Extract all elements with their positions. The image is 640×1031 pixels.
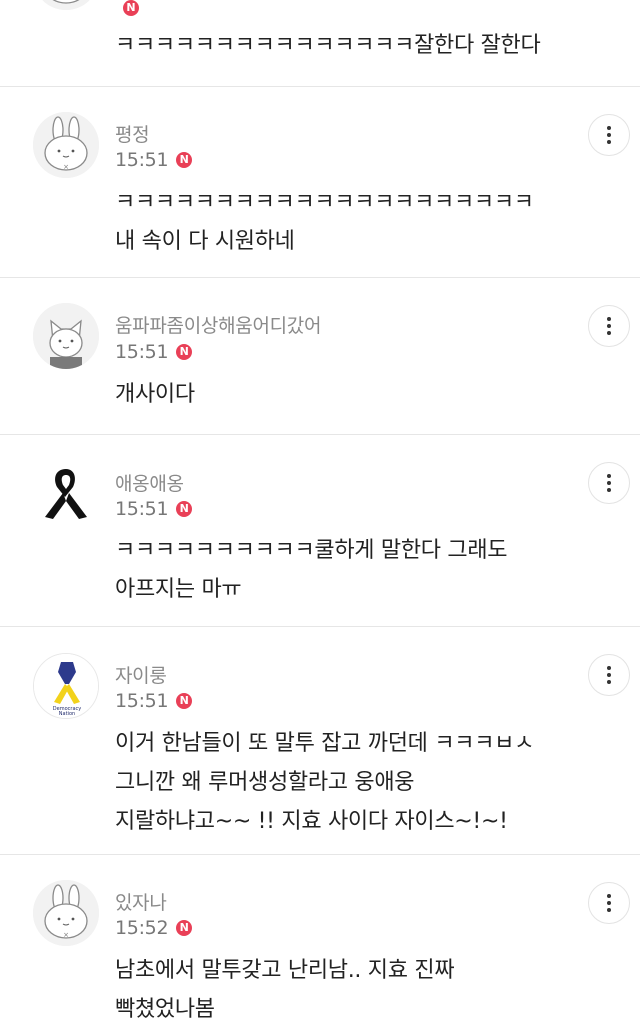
comment-text-line: 이거 한남들이 또 말투 잡고 까던데 ㅋㅋㅋㅂㅅ — [115, 731, 535, 756]
black-ribbon-avatar-icon — [33, 461, 99, 527]
rabbit-avatar-icon: × — [33, 880, 99, 946]
more-options-button[interactable] — [588, 654, 630, 696]
comment-text-line: 남초에서 말투갖고 난리남.. 지효 진짜 — [115, 958, 455, 983]
vertical-dots-icon — [607, 666, 611, 684]
comment-time: 15:51 — [115, 690, 169, 712]
comment-time: 15:51 — [115, 341, 169, 363]
comment-body: 남초에서 말투갖고 난리남.. 지효 진짜 빡쳤었나봄 — [115, 951, 595, 1029]
comment-text-line: 지랄하냐고~~ !! 지효 사이다 자이스~!~! — [115, 809, 508, 834]
comment-text-line: ㅋㅋㅋㅋㅋㅋㅋㅋㅋㅋㅋㅋㅋㅋㅋ잘한다 잘한다 — [115, 33, 541, 58]
avatar[interactable] — [33, 303, 99, 369]
author-name[interactable]: 자이룽 — [115, 661, 167, 688]
yellow-ribbon-avatar-icon: Democracy Nation — [34, 654, 98, 718]
avatar[interactable]: × — [33, 112, 99, 178]
new-badge: N — [176, 920, 193, 936]
avatar[interactable] — [33, 0, 99, 10]
comment-item: Democracy Nation 자이룽 15:51 N 이거 한남들이 또 말… — [0, 627, 640, 855]
comment-body: 개사이다 — [115, 375, 595, 414]
svg-text:Nation: Nation — [59, 711, 75, 717]
comment-text-line: ㅋㅋㅋㅋㅋㅋㅋㅋㅋㅋ쿨하게 말한다 그래도 — [115, 538, 508, 563]
comment-item: × 있자나 15:52 N 남초에서 말투갖고 난리남.. 지효 진짜 빡쳤었나… — [0, 855, 640, 1031]
author-name[interactable]: 있자나 — [115, 888, 167, 915]
comment-meta: 15:51 N — [115, 340, 193, 364]
comment-text-line: 개사이다 — [115, 382, 195, 407]
comment-item: 움파파좀이상해움어디갔어 15:51 N 개사이다 — [0, 278, 640, 435]
more-options-button[interactable] — [588, 305, 630, 347]
comment-meta: 15:51 N — [115, 689, 193, 713]
comment-body: 이거 한남들이 또 말투 잡고 까던데 ㅋㅋㅋㅂㅅ 그니깐 왜 루머생성할라고 … — [115, 724, 595, 841]
comment-time: 15:51 — [115, 149, 169, 171]
author-name[interactable]: 움파파좀이상해움어디갔어 — [115, 311, 321, 338]
comment-item: N ㅋㅋㅋㅋㅋㅋㅋㅋㅋㅋㅋㅋㅋㅋㅋ잘한다 잘한다 — [0, 0, 640, 87]
comment-body: ㅋㅋㅋㅋㅋㅋㅋㅋㅋㅋ쿨하게 말한다 그래도 아프지는 마ㅠ — [115, 531, 595, 609]
vertical-dots-icon — [607, 126, 611, 144]
vertical-dots-icon — [607, 894, 611, 912]
rabbit-avatar-icon — [33, 0, 99, 10]
avatar[interactable]: Democracy Nation — [33, 653, 99, 719]
comment-time: 15:51 — [115, 498, 169, 520]
comment-text-line: 그니깐 왜 루머생성할라고 웅애웅 — [115, 770, 415, 795]
svg-text:×: × — [63, 163, 69, 171]
comment-text-line: 아프지는 마ㅠ — [115, 577, 242, 602]
comment-meta: 15:52 N — [115, 916, 193, 940]
cat-avatar-icon — [33, 303, 99, 369]
comment-text-line: 내 속이 다 시원하네 — [115, 229, 295, 254]
comment-body: ㅋㅋㅋㅋㅋㅋㅋㅋㅋㅋㅋㅋㅋㅋㅋ잘한다 잘한다 — [115, 26, 595, 65]
rabbit-avatar-icon: × — [33, 112, 99, 178]
new-badge: N — [176, 344, 193, 360]
new-badge: N — [176, 152, 193, 168]
comment-meta: N — [115, 0, 139, 20]
more-options-button[interactable] — [588, 114, 630, 156]
comment-text-line: 빡쳤었나봄 — [115, 997, 215, 1022]
more-options-button[interactable] — [588, 462, 630, 504]
svg-text:×: × — [63, 931, 69, 939]
vertical-dots-icon — [607, 317, 611, 335]
new-badge: N — [176, 693, 193, 709]
new-badge: N — [123, 0, 139, 16]
avatar[interactable] — [33, 461, 99, 527]
more-options-button[interactable] — [588, 882, 630, 924]
comment-item: 애옹애옹 15:51 N ㅋㅋㅋㅋㅋㅋㅋㅋㅋㅋ쿨하게 말한다 그래도 아프지는 … — [0, 435, 640, 627]
author-name[interactable]: 평정 — [115, 120, 150, 147]
comment-time: 15:52 — [115, 917, 169, 939]
comment-text-line: ㅋㅋㅋㅋㅋㅋㅋㅋㅋㅋㅋㅋㅋㅋㅋㅋㅋㅋㅋㅋㅋ — [115, 190, 534, 215]
comment-item: × 평정 15:51 N ㅋㅋㅋㅋㅋㅋㅋㅋㅋㅋㅋㅋㅋㅋㅋㅋㅋㅋㅋㅋㅋ 내 속이 … — [0, 87, 640, 278]
author-name[interactable]: 애옹애옹 — [115, 469, 184, 496]
avatar[interactable]: × — [33, 880, 99, 946]
comment-body: ㅋㅋㅋㅋㅋㅋㅋㅋㅋㅋㅋㅋㅋㅋㅋㅋㅋㅋㅋㅋㅋ 내 속이 다 시원하네 — [115, 183, 595, 261]
comment-meta: 15:51 N — [115, 497, 193, 521]
comment-meta: 15:51 N — [115, 148, 193, 172]
comment-list: N ㅋㅋㅋㅋㅋㅋㅋㅋㅋㅋㅋㅋㅋㅋㅋ잘한다 잘한다 × 평정 15:51 N ㅋㅋ… — [0, 0, 640, 1031]
vertical-dots-icon — [607, 474, 611, 492]
new-badge: N — [176, 501, 193, 517]
